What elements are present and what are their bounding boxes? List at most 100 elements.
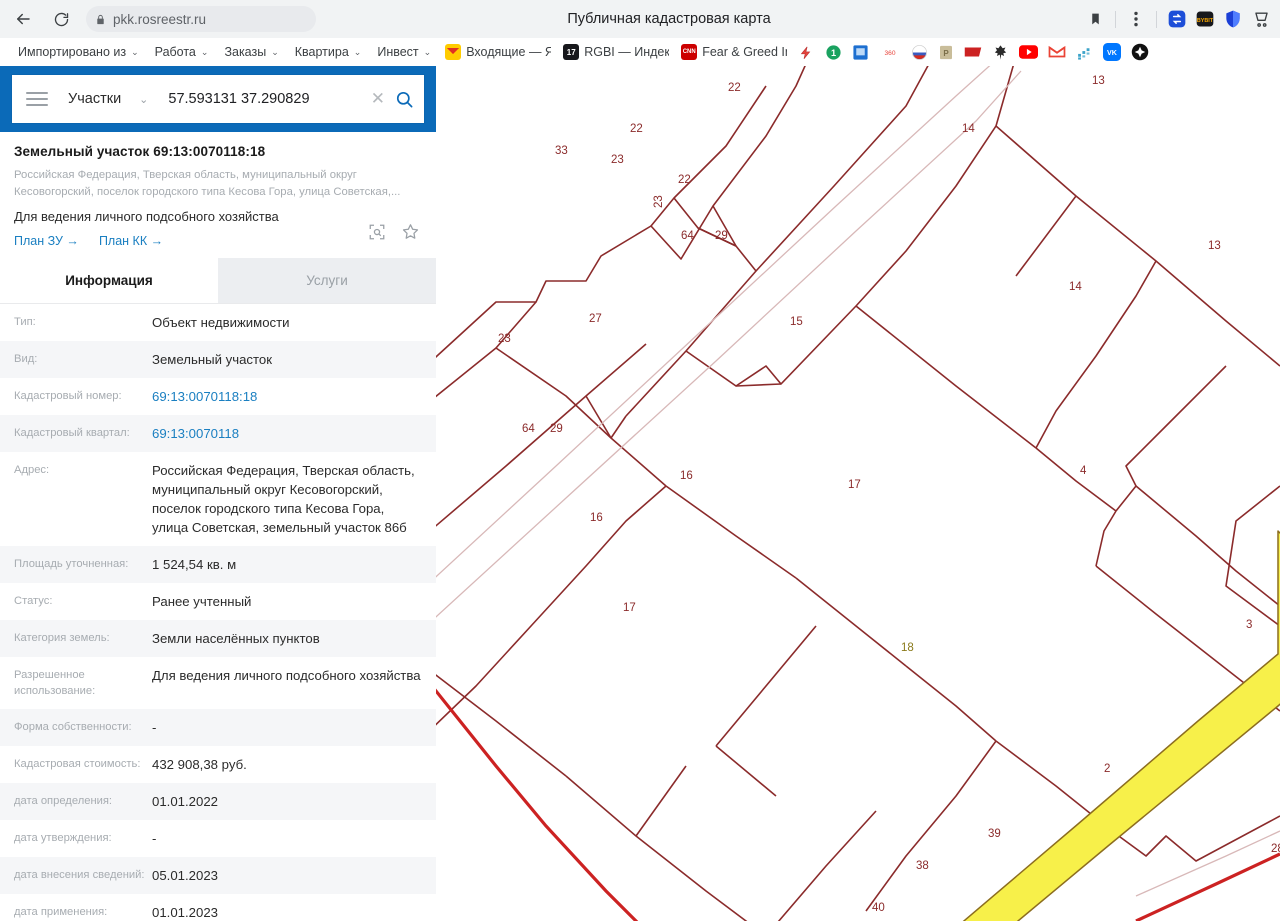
plan-zu-link[interactable]: План ЗУ → [14, 234, 79, 248]
parcel-label: 16 [590, 512, 603, 524]
bookmark-folder-label: Инвест [377, 45, 419, 59]
cadastral-map[interactable]: 22 13 22 14 33 23 22 23 13 64 29 27 15 1… [436, 66, 1280, 921]
bookmark-360-icon[interactable]: 360 [874, 44, 906, 60]
row-key: дата определения: [14, 795, 113, 808]
table-row: Разрешенное использование: Для ведения л… [0, 657, 436, 709]
extension-wallet-icon[interactable] [1248, 6, 1274, 32]
bookmark-link-label: RGBI — Индекс го [584, 45, 670, 59]
search-input[interactable] [166, 90, 363, 108]
bookmark-icon[interactable] [1082, 6, 1108, 32]
row-key: Кадастровая стоимость: [14, 758, 141, 771]
table-row: Тип: Объект недвижимости [0, 304, 436, 341]
bookmark-vk-icon[interactable]: VK [1098, 41, 1126, 63]
toolbar-right-icons: BYBIT [1082, 6, 1280, 32]
bookmark-lightning-icon[interactable] [793, 43, 820, 62]
parcel-label: 14 [962, 123, 975, 135]
search-type-label[interactable]: Участки [68, 91, 121, 107]
bookmark-folder-invest[interactable]: Инвест ⌄ [369, 43, 439, 61]
table-row: дата определения: 01.01.2022 [0, 783, 436, 821]
bookmark-folder-label: Квартира [294, 45, 349, 59]
parcel-label: 15 [790, 316, 803, 328]
search-icon[interactable] [393, 90, 414, 109]
bookmark-link-label: Входящие — Янд [466, 45, 552, 59]
parcel-label: 22 [728, 82, 741, 94]
bookmark-link-fear-greed[interactable]: CNN Fear & Greed Inde [675, 42, 793, 62]
svg-text:BYBIT: BYBIT [1197, 18, 1214, 24]
extension-swap-icon[interactable] [1164, 6, 1190, 32]
bookmark-russia-flag-icon[interactable] [906, 42, 933, 63]
bookmark-link-rgbi[interactable]: 17 RGBI — Индекс го [557, 42, 675, 62]
parcel-label: 33 [555, 145, 568, 157]
bookmark-red-flag-icon[interactable] [959, 43, 987, 61]
parcel-label: 22 [630, 123, 643, 135]
bookmark-folder-rabota[interactable]: Работа ⌄ [147, 43, 217, 61]
row-key: дата внесения сведений: [14, 869, 145, 882]
hamburger-menu-icon[interactable] [26, 92, 48, 106]
object-links: План ЗУ → План КК → [14, 234, 422, 248]
bookmark-folder-imported[interactable]: Импортировано из ⌄ [10, 43, 147, 61]
row-value-cadastral-cost: 432 908,38 руб. [152, 757, 247, 773]
object-header: Земельный участок 69:13:0070118:18 Росси… [0, 132, 436, 259]
clear-x-icon[interactable]: ✕ [363, 89, 393, 109]
search-box[interactable]: Участки ⌄ ✕ [12, 75, 424, 123]
toolbar-divider [1115, 10, 1116, 28]
parcel-label: 13 [1092, 75, 1105, 87]
table-row: дата внесения сведений: 05.01.2023 [0, 857, 436, 895]
parcel-label: 64 [681, 230, 694, 242]
extension-shield-icon[interactable] [1220, 6, 1246, 32]
table-row: Кадастровая стоимость: 432 908,38 руб. [0, 746, 436, 783]
bookmark-folder-kvartira[interactable]: Квартира ⌄ [287, 43, 370, 61]
menu-kebab-icon[interactable] [1123, 6, 1149, 32]
bookmark-green-one-icon[interactable]: 1 [820, 42, 847, 63]
extension-bybit-icon[interactable]: BYBIT [1192, 6, 1218, 32]
bookmarks-bar: Импортировано из ⌄ Работа ⌄ Заказы ⌄ Ква… [0, 38, 1280, 66]
table-row: Площадь уточненная: 1 524,54 кв. м [0, 546, 436, 584]
svg-text:P: P [944, 48, 950, 57]
object-usage: Для ведения личного подсобного хозяйства [14, 209, 279, 225]
bookmark-gmail-icon[interactable] [1043, 43, 1071, 61]
parcel-label: 23 [498, 333, 511, 345]
bookmark-eagle-icon[interactable] [987, 42, 1014, 63]
bookmark-folder-zakazy[interactable]: Заказы ⌄ [216, 43, 286, 61]
bookmark-plus-badge-icon[interactable] [1126, 41, 1154, 63]
selected-parcel-label: 18 [901, 642, 914, 654]
map-canvas[interactable]: 22 13 22 14 33 23 22 23 13 64 29 27 15 1… [436, 66, 1280, 921]
yandex-mail-icon [445, 44, 462, 60]
parcel-label: 23 [611, 154, 624, 166]
parcel-label: 13 [1208, 240, 1221, 252]
parcel-label: 22 [678, 174, 691, 186]
chevron-down-icon: ⌄ [131, 46, 139, 57]
back-arrow-icon[interactable] [8, 4, 38, 34]
tab-services[interactable]: Услуги [218, 258, 436, 304]
parcel-label: 38 [916, 860, 929, 872]
bookmark-blue-doc-icon[interactable] [847, 42, 874, 63]
parcel-label: 28 [1271, 843, 1280, 855]
row-key: Кадастровый квартал: [14, 427, 130, 440]
row-value-cadastral-quarter[interactable]: 69:13:0070118 [152, 424, 422, 443]
table-row: Форма собственности: - [0, 709, 436, 747]
cnn-icon: CNN [681, 44, 698, 60]
svg-text:1: 1 [831, 48, 836, 58]
lock-icon [95, 13, 106, 26]
bookmark-folder-label: Заказы [224, 45, 267, 59]
favorite-star-icon[interactable] [401, 222, 420, 246]
plan-kk-link[interactable]: План КК → [99, 234, 163, 248]
row-value: Объект недвижимости [152, 315, 290, 331]
search-header: Участки ⌄ ✕ ‹ [0, 66, 436, 132]
bookmark-dots-grid-icon[interactable] [1071, 42, 1098, 63]
parcel-label: 3 [1246, 619, 1252, 631]
chevron-down-icon: ⌄ [271, 46, 279, 57]
bookmark-link-yandex-mail[interactable]: Входящие — Янд [439, 42, 557, 62]
bookmark-youtube-icon[interactable] [1014, 43, 1043, 61]
rgbi-icon: 17 [563, 44, 580, 60]
selected-parcel-18[interactable] [764, 530, 1280, 921]
parcel-label: 4 [1080, 465, 1087, 477]
row-value-cadastral-number[interactable]: 69:13:0070118:18 [152, 387, 422, 406]
chevron-down-icon[interactable]: ⌄ [139, 93, 148, 106]
row-key: дата утверждения: [14, 832, 112, 845]
tab-information[interactable]: Информация [0, 258, 218, 304]
zoom-to-extent-icon[interactable] [368, 223, 386, 246]
address-bar[interactable]: pkk.rosreestr.ru [86, 6, 316, 32]
reload-icon[interactable] [46, 4, 76, 34]
bookmark-parking-icon[interactable]: P [933, 42, 959, 63]
